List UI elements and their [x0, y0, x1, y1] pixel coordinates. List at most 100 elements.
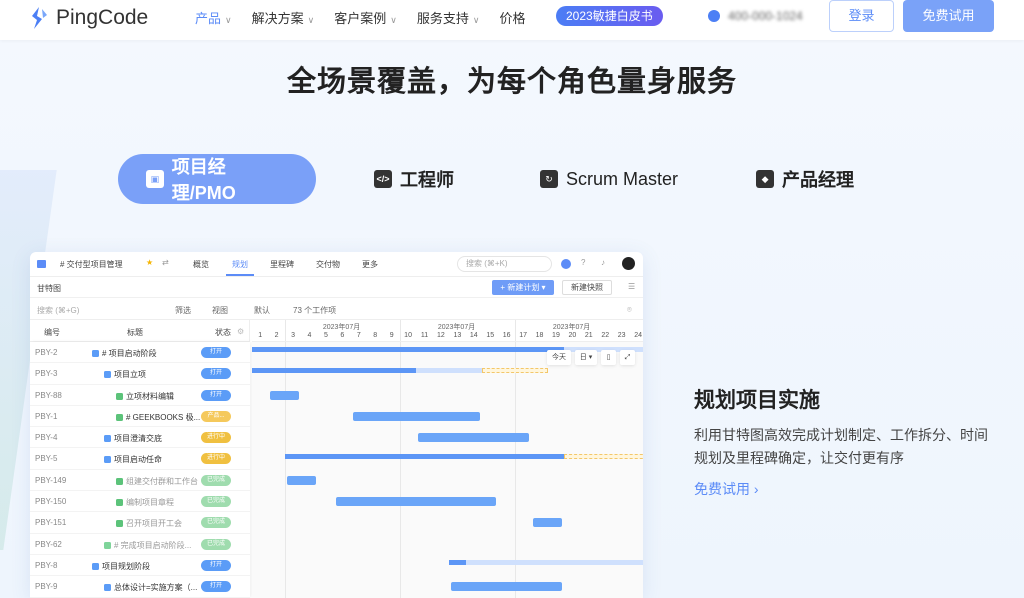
- status-badge[interactable]: 产品...: [201, 410, 231, 422]
- star-icon[interactable]: ★: [146, 258, 153, 267]
- task-bar[interactable]: [418, 433, 530, 443]
- overdue-range: [564, 453, 643, 459]
- task-bar[interactable]: [286, 475, 316, 485]
- item-title[interactable]: # 完成项目启动阶段...: [104, 540, 191, 551]
- item-title[interactable]: 项目启动任命: [104, 454, 162, 465]
- whitepaper-badge[interactable]: 2023敏捷白皮书: [556, 6, 663, 26]
- col-title[interactable]: 标题: [127, 327, 143, 338]
- settings-icon[interactable]: ⚙: [237, 327, 244, 336]
- table-row[interactable]: PBY-3 项目立项 打开: [30, 363, 250, 385]
- table-row[interactable]: PBY-149 组建交付群和工作台 已完成: [30, 470, 250, 492]
- item-title[interactable]: 立项材料编辑: [116, 391, 174, 402]
- status-badge[interactable]: 打开: [201, 347, 231, 358]
- location-icon[interactable]: ⌾: [627, 305, 632, 315]
- filter-button[interactable]: 筛选: [175, 305, 191, 316]
- add-icon[interactable]: [561, 259, 571, 269]
- free-trial-button[interactable]: 免费试用: [903, 0, 994, 32]
- table-row[interactable]: PBY-4 项目澄清交底 进行中: [30, 427, 250, 449]
- status-badge[interactable]: 打开: [201, 389, 231, 401]
- table-row[interactable]: PBY-5 项目启动任命 进行中: [30, 448, 250, 470]
- item-id: PBY-151: [35, 518, 67, 528]
- nav-item-support[interactable]: 服务支持 ∨: [417, 8, 480, 27]
- task-bar[interactable]: [533, 518, 563, 528]
- status-badge[interactable]: 已完成: [201, 517, 231, 529]
- table-row[interactable]: PBY-88 立项材料编辑 打开: [30, 385, 250, 406]
- status-badge[interactable]: 打开: [201, 581, 231, 593]
- tab-deliverables[interactable]: 交付物: [316, 259, 340, 270]
- tab-planning[interactable]: 规划: [226, 259, 254, 276]
- item-title[interactable]: 总体设计=实施方案（...: [104, 582, 197, 593]
- new-plan-button[interactable]: + 新建计划 ▾: [492, 280, 554, 295]
- summary-bar[interactable]: [449, 560, 643, 565]
- filter-search-input[interactable]: 搜索 (⌘+G): [37, 305, 79, 316]
- task-bar[interactable]: [352, 411, 481, 421]
- item-title[interactable]: 项目规划阶段: [92, 561, 150, 572]
- status-badge[interactable]: 打开: [201, 368, 231, 380]
- table-row[interactable]: PBY-1 # GEEKBOOKS 极... 产品...: [30, 406, 250, 428]
- login-button[interactable]: 登录: [829, 0, 894, 32]
- tab-milestones[interactable]: 里程碑: [270, 259, 294, 270]
- item-title-text: 项目立项: [114, 370, 146, 380]
- breadcrumb[interactable]: # 交付型项目管理: [60, 259, 123, 270]
- task-bar[interactable]: [270, 390, 300, 400]
- status-badge[interactable]: 进行中: [201, 453, 231, 465]
- item-title[interactable]: 组建交付群和工作台: [116, 476, 198, 487]
- col-id[interactable]: 编号: [44, 327, 60, 338]
- status-badge[interactable]: 已完成: [201, 474, 231, 486]
- switch-icon[interactable]: ⇄: [162, 258, 169, 267]
- status-badge[interactable]: 已完成: [201, 538, 231, 550]
- task-bar[interactable]: [336, 497, 497, 507]
- table-row[interactable]: PBY-9 总体设计=实施方案（... 打开: [30, 576, 250, 598]
- item-title[interactable]: 召开项目开工会: [116, 518, 182, 529]
- col-status[interactable]: 状态: [215, 327, 231, 338]
- status-badge[interactable]: 打开: [201, 559, 231, 571]
- free-trial-link[interactable]: 免费试用 ›: [694, 479, 759, 499]
- summary-bar[interactable]: [252, 368, 483, 374]
- search-input[interactable]: 搜索 (⌘+K): [457, 256, 552, 272]
- scale-select[interactable]: 日 ▾: [575, 350, 597, 365]
- bell-icon[interactable]: ♪: [601, 258, 605, 267]
- epic-icon: [92, 350, 99, 357]
- nav-item-solutions[interactable]: 解决方案 ∨: [252, 8, 315, 27]
- summary-bar[interactable]: [284, 453, 565, 459]
- day-label: 21: [584, 332, 593, 339]
- table-row[interactable]: PBY-8 项目规划阶段 打开: [30, 555, 250, 577]
- table-row[interactable]: PBY-2 # 项目启动阶段 打开: [30, 342, 250, 364]
- new-snapshot-button[interactable]: 新建快照: [562, 280, 612, 295]
- fullscreen-icon[interactable]: ⤢: [620, 350, 635, 365]
- nav-label: 产品: [195, 10, 222, 26]
- table-row[interactable]: PBY-151 召开项目开工会 已完成: [30, 512, 250, 534]
- status-badge[interactable]: 进行中: [201, 432, 231, 444]
- nav-item-pricing[interactable]: 价格: [499, 8, 525, 27]
- progress-fill: [252, 368, 417, 374]
- nav-item-product[interactable]: 产品 ∨: [195, 8, 232, 27]
- today-button[interactable]: 今天: [547, 350, 571, 365]
- item-title[interactable]: 项目立项: [104, 369, 146, 380]
- help-icon[interactable]: ?: [581, 258, 585, 267]
- item-title[interactable]: # GEEKBOOKS 极...: [116, 412, 200, 423]
- avatar[interactable]: [622, 257, 635, 270]
- filter-bar: 搜索 (⌘+G) 筛选 视图 默认 73 个工作项 ⌾: [30, 298, 643, 320]
- status-badge[interactable]: 已完成: [201, 496, 231, 508]
- item-title[interactable]: # 项目启动阶段: [92, 348, 157, 359]
- logo[interactable]: PingCode: [30, 6, 148, 30]
- day-label: 12: [437, 332, 445, 339]
- role-tab-engineer[interactable]: </> 工程师: [346, 154, 482, 204]
- role-tab-product-manager[interactable]: ◆ 产品经理: [728, 154, 882, 204]
- split-view-icon[interactable]: ▯: [601, 350, 616, 365]
- role-tab-pmo[interactable]: ▣ 项目经理/PMO: [118, 154, 316, 204]
- progress-fill: [252, 347, 565, 352]
- tab-overview[interactable]: 概览: [193, 259, 209, 270]
- role-tab-scrum-master[interactable]: ↻ Scrum Master: [512, 154, 706, 204]
- item-title[interactable]: 编制项目章程: [116, 497, 174, 508]
- list-icon[interactable]: ☰: [628, 282, 635, 291]
- nav-item-cases[interactable]: 客户案例 ∨: [334, 8, 397, 27]
- tab-more[interactable]: 更多: [362, 259, 378, 270]
- item-title[interactable]: 项目澄清交底: [104, 433, 162, 444]
- default-button[interactable]: 默认: [254, 305, 270, 316]
- task-bar[interactable]: [451, 582, 563, 592]
- table-row[interactable]: PBY-150 编制项目章程 已完成: [30, 491, 250, 513]
- view-button[interactable]: 视图: [212, 305, 228, 316]
- hero-title: 全场景覆盖，为每个角色量身服务: [286, 66, 737, 98]
- table-row[interactable]: PBY-62 # 完成项目启动阶段... 已完成: [30, 534, 250, 555]
